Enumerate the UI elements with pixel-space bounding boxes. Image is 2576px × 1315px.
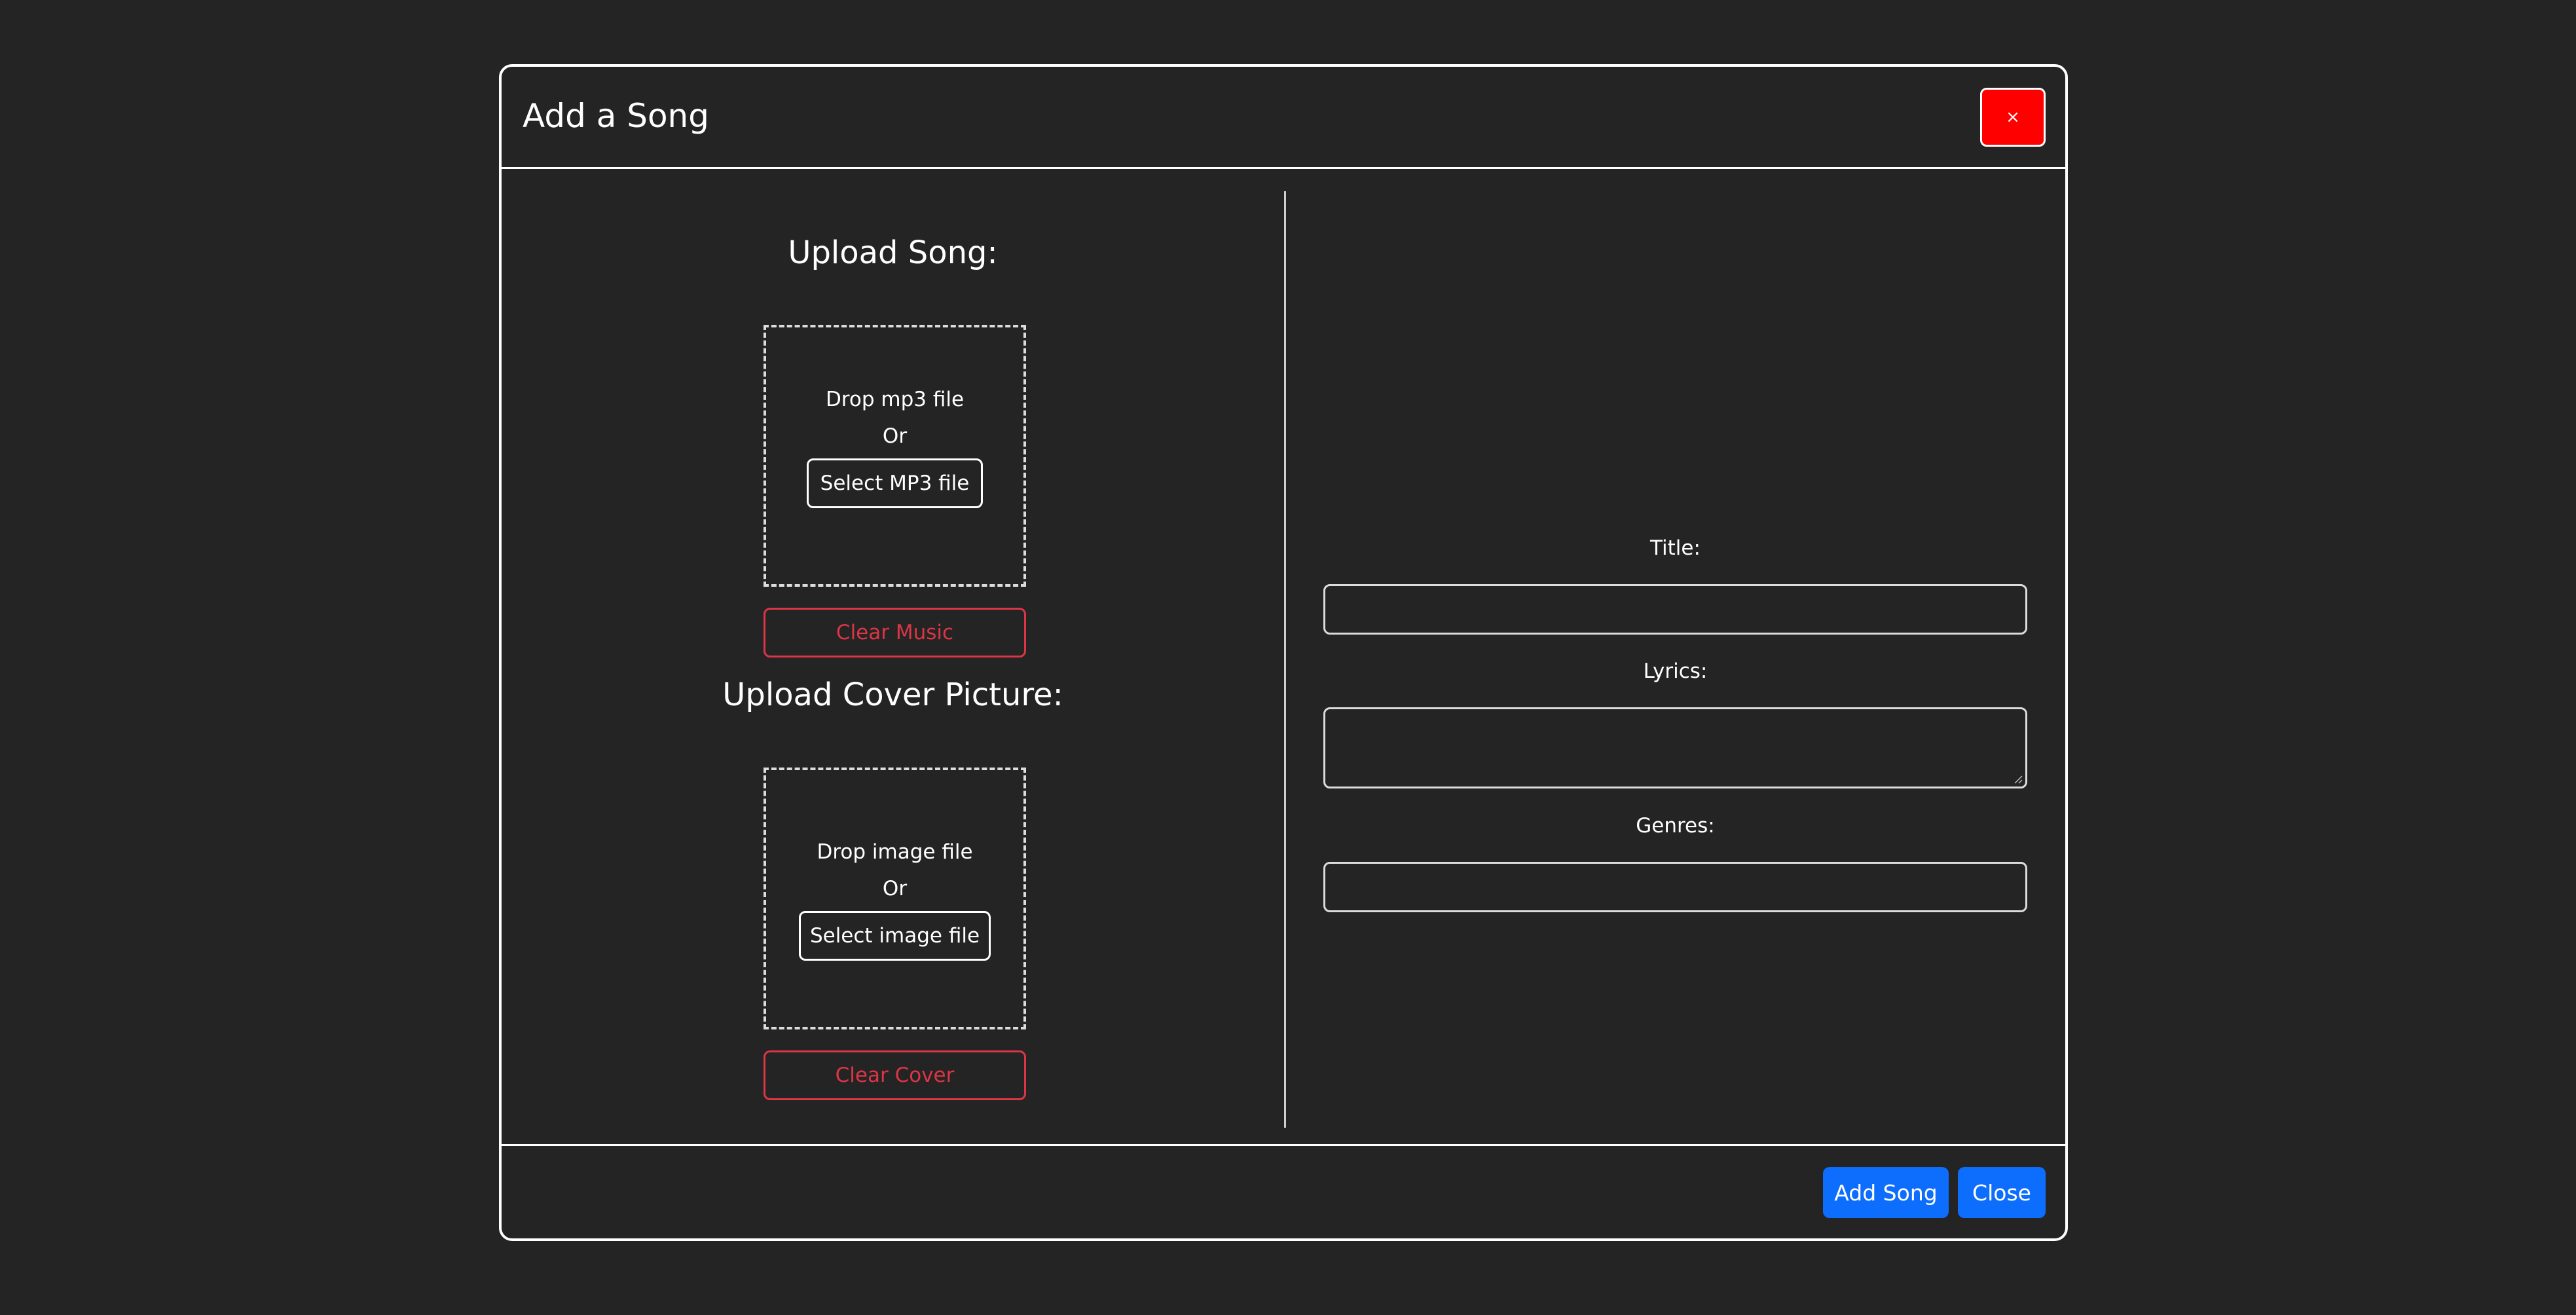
upload-song-heading: Upload Song: xyxy=(788,234,998,271)
title-label: Title: xyxy=(1650,536,1701,560)
resize-grip-icon[interactable] xyxy=(2014,775,2023,784)
mp3-drop-text: Drop mp3 file xyxy=(825,388,965,411)
upload-cover-heading: Upload Cover Picture: xyxy=(722,676,1063,713)
clear-music-button[interactable]: Clear Music xyxy=(764,608,1026,658)
clear-cover-button[interactable]: Clear Cover xyxy=(764,1050,1026,1100)
image-drop-text: Drop image file xyxy=(817,840,973,864)
select-image-button[interactable]: Select image file xyxy=(799,911,991,961)
add-song-button[interactable]: Add Song xyxy=(1823,1167,1949,1218)
column-divider xyxy=(1284,191,1286,1128)
genres-input[interactable] xyxy=(1323,862,2027,912)
select-mp3-button[interactable]: Select MP3 file xyxy=(807,458,983,508)
close-icon: × xyxy=(2006,107,2020,127)
modal-body: Upload Song: Drop mp3 file Or Select MP3… xyxy=(502,169,2065,1144)
image-or-text: Or xyxy=(882,877,908,900)
genres-label: Genres: xyxy=(1636,814,1715,838)
modal-header: Add a Song × xyxy=(502,67,2065,169)
title-input[interactable] xyxy=(1323,584,2027,635)
mp3-dropzone[interactable]: Drop mp3 file Or Select MP3 file xyxy=(764,325,1026,587)
close-button[interactable]: Close xyxy=(1958,1167,2046,1218)
lyrics-textarea[interactable] xyxy=(1323,707,2027,788)
lyrics-label: Lyrics: xyxy=(1643,659,1708,683)
modal-footer: Add Song Close xyxy=(502,1144,2065,1238)
add-song-modal: Add a Song × Upload Song: Drop mp3 file … xyxy=(499,64,2068,1241)
modal-title: Add a Song xyxy=(523,97,709,135)
close-x-button[interactable]: × xyxy=(1980,88,2046,147)
mp3-or-text: Or xyxy=(882,424,908,448)
image-dropzone[interactable]: Drop image file Or Select image file xyxy=(764,768,1026,1029)
